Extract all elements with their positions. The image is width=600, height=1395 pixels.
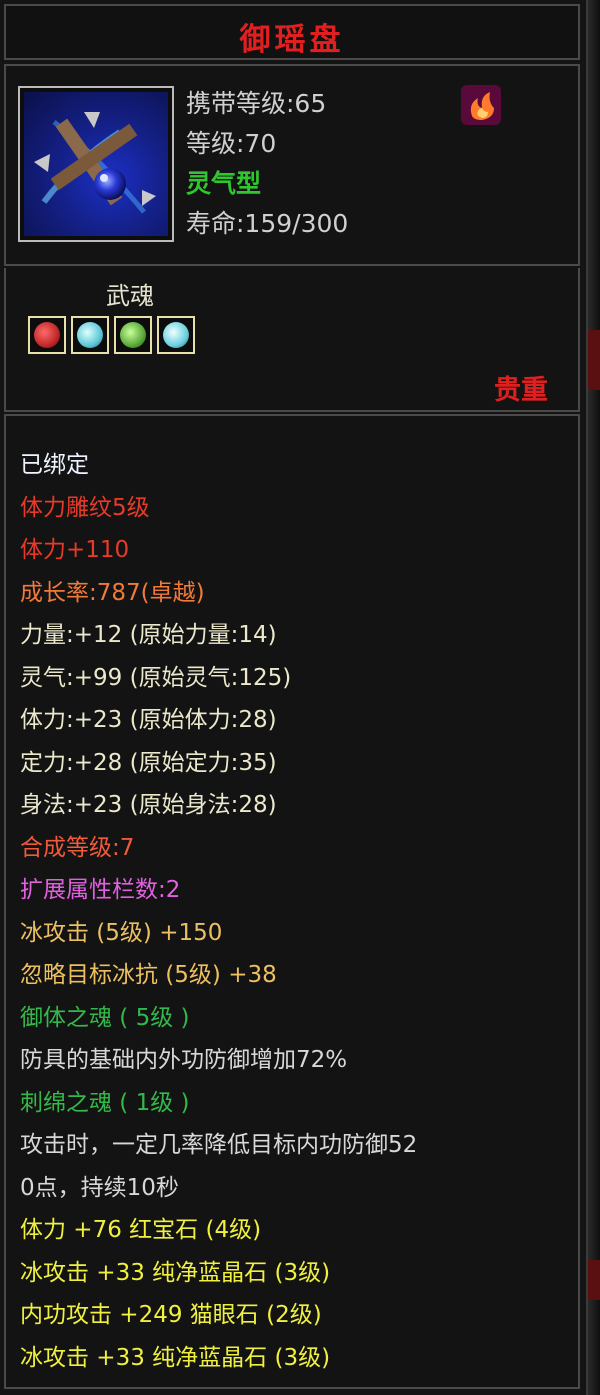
attribute-line: 合成等级:7 — [20, 834, 135, 861]
attribute-line: 冰攻击 +33 纯净蓝晶石 (3级) — [20, 1259, 331, 1286]
red-soul-gem-icon[interactable] — [28, 316, 66, 354]
attribute-line: 御体之魂 ( 5级 ) — [20, 1004, 190, 1031]
attribute-line: 刺绵之魂 ( 1级 ) — [20, 1089, 190, 1116]
attribute-line: 攻击时，一定几率降低目标内功防御52 — [20, 1132, 418, 1158]
attribute-line: 扩展属性栏数:2 — [20, 877, 181, 903]
attribute-line: 体力雕纹5级 — [20, 494, 150, 521]
flame-crest-icon — [458, 82, 504, 128]
attribute-line: 灵气:+99 (原始灵气:125) — [20, 664, 292, 691]
wuhun-label: 武魂 — [106, 282, 154, 310]
rarity-label: 贵重 — [494, 375, 548, 406]
attribute-list: 已绑定体力雕纹5级 体力+110 成长率:787(卓越) 力量:+12 (原始力量:1… — [20, 444, 576, 1379]
cross-blade-disc-icon — [24, 92, 168, 236]
window-edge — [588, 0, 600, 1395]
attribute-line: 内功攻击 +249 猫眼石 (2级) — [20, 1302, 322, 1328]
attribute-line: 定力:+28 (原始定力:35) — [20, 749, 277, 776]
attributes-panel: 已绑定体力雕纹5级 体力+110 成长率:787(卓越) 力量:+12 (原始力量:1… — [4, 414, 580, 1389]
item-name: 御瑶盘 — [239, 22, 345, 58]
attribute-line: 0点，持续10秒 — [20, 1174, 179, 1201]
wuhun-panel: 武魂 贵重 — [4, 268, 580, 412]
title-bar: 御瑶盘 — [4, 4, 580, 60]
attribute-line: 成长率:787(卓越) — [20, 579, 205, 606]
attribute-line: 已绑定 — [20, 452, 89, 478]
attribute-line: 体力+110 — [20, 537, 130, 563]
item-header-panel: 携带等级:65 等级:70 灵气型 寿命:159/300 — [4, 64, 580, 266]
attribute-line: 力量:+12 (原始力量:14) — [20, 622, 277, 648]
attribute-line: 身法:+23 (原始身法:28) — [20, 792, 277, 818]
item-lifespan: 寿命:159/300 — [186, 209, 349, 238]
item-type: 灵气型 — [186, 169, 262, 198]
carry-level: 携带等级:65 — [186, 89, 327, 118]
item-basic-info: 携带等级:65 等级:70 灵气型 寿命:159/300 — [186, 84, 348, 244]
wuhun-gem-slots — [28, 316, 195, 354]
attribute-line: 冰攻击 (5级) +150 — [20, 919, 223, 946]
item-tooltip: 御瑶盘 携带等级:65 等级:70 灵气型 寿命:159/300 武魂 贵重 已… — [0, 0, 588, 1395]
item-icon-frame[interactable] — [18, 86, 174, 242]
green-soul-gem-icon[interactable] — [114, 316, 152, 354]
attribute-line: 防具的基础内外功防御增加72% — [20, 1047, 348, 1073]
cyan-soul-gem-icon[interactable] — [71, 316, 109, 354]
attribute-line: 体力:+23 (原始体力:28) — [20, 707, 277, 733]
attribute-line: 冰攻击 +33 纯净蓝晶石 (3级) — [20, 1344, 331, 1371]
attribute-line: 体力 +76 红宝石 (4级) — [20, 1217, 262, 1243]
item-level: 等级:70 — [186, 129, 277, 158]
cyan-soul-gem-icon[interactable] — [157, 316, 195, 354]
attribute-line: 忽略目标冰抗 (5级) +38 — [20, 962, 277, 988]
